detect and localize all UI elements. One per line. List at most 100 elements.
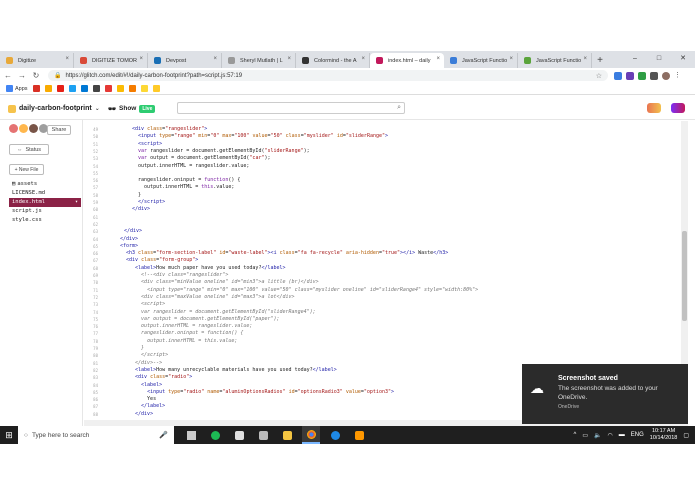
volume-icon[interactable]: 🔈 <box>594 432 601 439</box>
battery-icon[interactable]: ▬ <box>619 432 625 438</box>
tab-close-icon[interactable]: × <box>436 56 440 62</box>
task-view-icon[interactable] <box>182 426 200 444</box>
search-placeholder: Type here to search <box>31 431 90 439</box>
tab-close-icon[interactable]: × <box>213 56 217 62</box>
browser-tab[interactable]: Sheryl Mutlath | L × <box>222 53 296 68</box>
file-item[interactable]: index.html ▾ <box>9 198 81 207</box>
scrollbar-thumb[interactable] <box>682 231 687 321</box>
bookmark-apps[interactable]: Apps <box>6 85 28 92</box>
notification-body: The screenshot was added to your OneDriv… <box>558 385 658 401</box>
chrome-icon[interactable] <box>302 426 320 444</box>
tab-close-icon[interactable]: × <box>65 56 69 62</box>
network-icon[interactable]: ▭ <box>582 432 588 439</box>
minimize-button[interactable]: – <box>623 51 647 66</box>
close-window-button[interactable]: ✕ <box>671 51 695 66</box>
file-name: style.css <box>12 217 42 223</box>
twitter-icon[interactable] <box>68 85 76 92</box>
maximize-button[interactable]: □ <box>647 51 671 66</box>
back-icon[interactable]: ← <box>2 71 14 80</box>
browser-tab[interactable]: DIGITIZE TOMOR × <box>74 53 148 68</box>
outlook-icon[interactable] <box>80 85 88 92</box>
forward-icon[interactable]: → <box>16 71 28 80</box>
bookmark-star-icon[interactable]: ☆ <box>596 72 602 80</box>
youtube-icon[interactable] <box>56 85 64 92</box>
wifi-icon[interactable]: ◠ <box>608 432 613 439</box>
file-item[interactable]: style.css <box>9 216 81 225</box>
reload-icon[interactable]: ↻ <box>30 71 42 80</box>
show-button[interactable]: 🕶 Show Live <box>108 104 156 113</box>
browser-tab[interactable]: Digitize × <box>0 53 74 68</box>
windows-start-icon[interactable]: ⊞ <box>0 430 18 441</box>
glitch-menu-icon[interactable] <box>671 103 685 113</box>
mail-icon[interactable] <box>254 426 272 444</box>
file-item[interactable]: script.js <box>9 207 81 216</box>
status-button[interactable]: ⇔ Status <box>9 144 49 155</box>
tab-label: Digitize <box>18 57 37 64</box>
file-menu-chevron-icon[interactable]: ▾ <box>75 198 78 207</box>
browser-tab[interactable]: Devpost × <box>148 53 222 68</box>
screenshot-saved-notification[interactable]: ☁ Screenshot saved The screenshot was ad… <box>522 364 688 424</box>
language-indicator[interactable]: ENG <box>631 432 644 438</box>
drive-icon[interactable] <box>44 85 52 92</box>
tab-label: DIGITIZE TOMOR <box>92 57 138 64</box>
user-avatar[interactable] <box>647 103 661 113</box>
tab-label: JavaScript Functio <box>536 57 582 64</box>
bookmark-icon[interactable] <box>128 85 136 92</box>
profile-avatar[interactable] <box>662 71 670 80</box>
browser-tab[interactable]: Colormind - the A × <box>296 53 370 68</box>
tab-close-icon[interactable]: × <box>509 56 513 62</box>
file-item[interactable]: ▤ assets <box>9 180 81 189</box>
glitch-search-input[interactable]: ⌕ <box>177 102 405 114</box>
file-sidebar: Share ⇔ Status + New File ▤ assets LICENSE… <box>0 120 83 428</box>
microphone-icon[interactable]: 🎤 <box>159 431 168 439</box>
search-icon: ○ <box>24 431 28 439</box>
extension-icon[interactable] <box>650 71 658 80</box>
avatar[interactable] <box>19 124 28 133</box>
browser-tab[interactable]: JavaScript Functio × <box>444 53 518 68</box>
taskbar-apps <box>182 426 368 444</box>
browser-tab[interactable]: JavaScript Functio × <box>518 53 592 68</box>
url-input[interactable]: 🔒 https://glitch.com/edit/#!/daily-carbo… <box>48 70 608 81</box>
taskbar-search-input[interactable]: ○ Type here to search 🎤 <box>18 426 174 444</box>
tab-close-icon[interactable]: × <box>361 56 365 62</box>
share-button[interactable]: Share <box>47 125 71 135</box>
bookmark-icon[interactable] <box>104 85 112 92</box>
new-file-button[interactable]: + New File <box>9 164 44 175</box>
tab-close-icon[interactable]: × <box>287 56 291 62</box>
gmail-icon[interactable] <box>32 85 40 92</box>
spotify-icon[interactable] <box>206 426 224 444</box>
action-center-icon[interactable]: ▢ <box>683 432 689 439</box>
bookmark-icon[interactable] <box>152 85 160 92</box>
file-explorer-icon[interactable] <box>278 426 296 444</box>
sublime-icon[interactable] <box>350 426 368 444</box>
bookmarks-bar: Apps <box>0 83 695 95</box>
tab-close-icon[interactable]: × <box>139 56 143 62</box>
tab-favicon-icon <box>524 57 531 64</box>
avatar[interactable] <box>29 124 38 133</box>
file-item[interactable]: LICENSE.md <box>9 189 81 198</box>
chevron-up-icon[interactable]: ^ <box>574 432 577 438</box>
avatar[interactable] <box>9 124 18 133</box>
bookmark-icon[interactable] <box>92 85 100 92</box>
bookmark-icon[interactable] <box>140 85 148 92</box>
store-icon[interactable] <box>230 426 248 444</box>
extension-icons: ⋮ <box>614 71 682 80</box>
tab-close-icon[interactable]: × <box>583 56 587 62</box>
menu-kebab-icon[interactable]: ⋮ <box>674 72 682 80</box>
extension-icon[interactable] <box>626 71 634 80</box>
extension-icon[interactable] <box>614 71 622 80</box>
clock[interactable]: 10:17 AM 10/14/2018 <box>650 428 678 442</box>
url-text: https://glitch.com/edit/#!/daily-carbon-… <box>65 72 243 79</box>
extension-icon[interactable] <box>638 71 646 80</box>
browser-tab[interactable]: index.html – daily × <box>370 53 444 68</box>
new-tab-button[interactable]: + <box>592 53 608 68</box>
project-menu[interactable]: daily-carbon-footprint ⌄ <box>8 104 100 113</box>
system-tray: ^ ▭ 🔈 ◠ ▬ ENG 10:17 AM 10/14/2018 ▢ <box>574 426 689 444</box>
glitch-header: daily-carbon-footprint ⌄ 🕶 Show Live ⌕ <box>0 98 695 120</box>
header-icons <box>647 103 685 113</box>
assets-folder-icon: ▤ <box>12 181 16 187</box>
address-bar: ← → ↻ 🔒 https://glitch.com/edit/#!/daily… <box>0 68 695 83</box>
tab-label: Colormind - the A <box>314 57 357 64</box>
edge-icon[interactable] <box>326 426 344 444</box>
bookmark-icon[interactable] <box>116 85 124 92</box>
